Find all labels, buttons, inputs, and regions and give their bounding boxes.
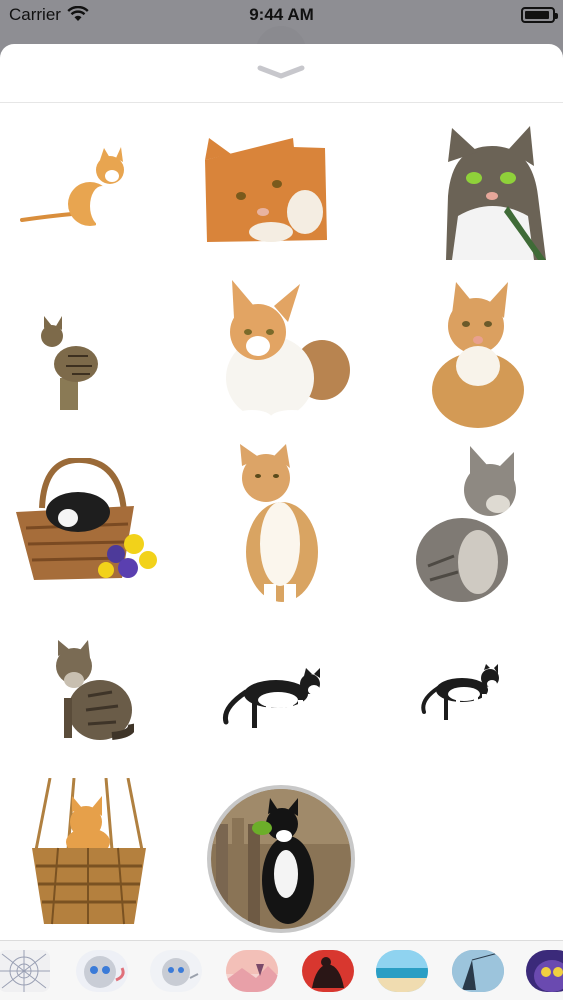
sticker-tuxedo-cat-walking[interactable] xyxy=(222,668,324,730)
sticker-tabby-cat-on-post[interactable] xyxy=(38,316,100,410)
sticker-tabby-white-cat-green-eyes[interactable] xyxy=(438,126,548,260)
chevron-down-icon[interactable] xyxy=(256,62,306,82)
sticker-kitten-hanging-basket[interactable] xyxy=(28,778,150,928)
kitten-app-icon[interactable] xyxy=(76,950,128,992)
sticker-orange-cat-sitting-2[interactable] xyxy=(422,280,526,428)
sticker-orange-white-cat-upright[interactable] xyxy=(236,444,322,604)
fishing-app-icon[interactable] xyxy=(452,950,504,992)
sheet-divider xyxy=(0,102,563,103)
app-drawer xyxy=(0,940,563,1000)
kitten-app-icon-2[interactable] xyxy=(150,950,202,992)
beach-app-icon[interactable] xyxy=(376,950,428,992)
sticker-tuxedo-cat-round-photo[interactable] xyxy=(206,784,356,934)
sticker-tuxedo-cat-walking-2[interactable] xyxy=(420,664,500,722)
owl-app-icon[interactable] xyxy=(526,950,563,992)
sticker-sheet xyxy=(0,44,563,1000)
sticker-maine-coon-cat[interactable] xyxy=(52,640,134,742)
status-time: 9:44 AM xyxy=(249,5,314,24)
sunset-app-icon[interactable] xyxy=(226,950,278,992)
red-animal-app-icon[interactable] xyxy=(302,950,354,992)
sticker-grey-kitten[interactable] xyxy=(414,446,522,602)
battery-icon xyxy=(521,7,558,23)
sticker-ginger-cat-paw[interactable] xyxy=(201,136,329,244)
sticker-cat-in-basket-flowers[interactable] xyxy=(16,458,162,582)
app-store-icon[interactable] xyxy=(0,950,50,992)
sticker-orange-cat-sitting[interactable] xyxy=(20,144,130,230)
sticker-orange-white-cat-lying[interactable] xyxy=(222,278,352,430)
